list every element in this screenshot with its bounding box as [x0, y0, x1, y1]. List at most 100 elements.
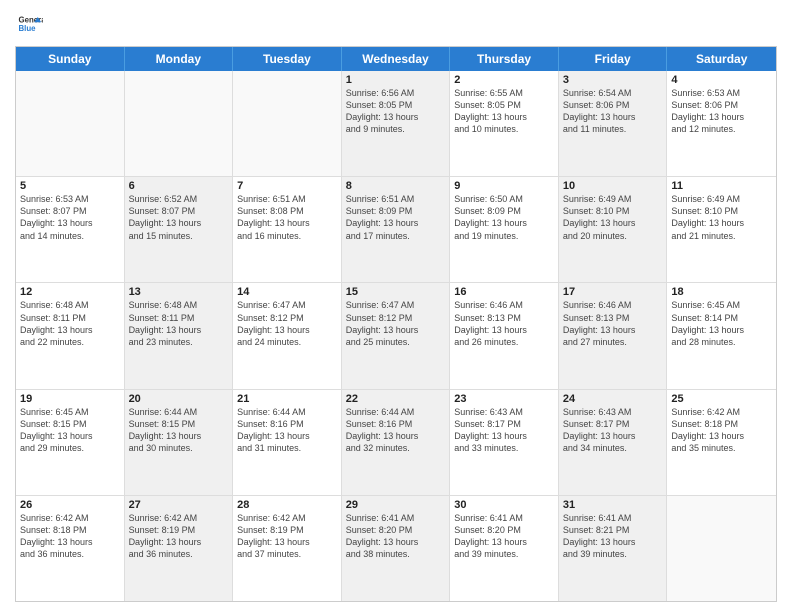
weekday-header-sunday: Sunday [16, 47, 125, 71]
calendar-row-4: 26Sunrise: 6:42 AM Sunset: 8:18 PM Dayli… [16, 496, 776, 601]
calendar-cell-day-24: 24Sunrise: 6:43 AM Sunset: 8:17 PM Dayli… [559, 390, 668, 495]
logo-icon: General Blue [15, 10, 43, 38]
day-number: 7 [237, 180, 337, 192]
day-info: Sunrise: 6:45 AM Sunset: 8:14 PM Dayligh… [671, 299, 772, 348]
day-number: 15 [346, 286, 446, 298]
day-number: 21 [237, 393, 337, 405]
calendar-cell-empty [125, 71, 234, 176]
calendar-cell-day-16: 16Sunrise: 6:46 AM Sunset: 8:13 PM Dayli… [450, 283, 559, 388]
day-info: Sunrise: 6:41 AM Sunset: 8:20 PM Dayligh… [454, 512, 554, 561]
day-number: 6 [129, 180, 229, 192]
day-number: 17 [563, 286, 663, 298]
day-number: 16 [454, 286, 554, 298]
calendar-cell-day-7: 7Sunrise: 6:51 AM Sunset: 8:08 PM Daylig… [233, 177, 342, 282]
day-info: Sunrise: 6:45 AM Sunset: 8:15 PM Dayligh… [20, 406, 120, 455]
calendar-cell-day-18: 18Sunrise: 6:45 AM Sunset: 8:14 PM Dayli… [667, 283, 776, 388]
day-info: Sunrise: 6:41 AM Sunset: 8:20 PM Dayligh… [346, 512, 446, 561]
day-number: 25 [671, 393, 772, 405]
calendar-row-1: 5Sunrise: 6:53 AM Sunset: 8:07 PM Daylig… [16, 177, 776, 283]
day-number: 3 [563, 74, 663, 86]
day-number: 26 [20, 499, 120, 511]
calendar-row-0: 1Sunrise: 6:56 AM Sunset: 8:05 PM Daylig… [16, 71, 776, 177]
calendar-cell-day-20: 20Sunrise: 6:44 AM Sunset: 8:15 PM Dayli… [125, 390, 234, 495]
calendar-cell-day-31: 31Sunrise: 6:41 AM Sunset: 8:21 PM Dayli… [559, 496, 668, 601]
day-info: Sunrise: 6:47 AM Sunset: 8:12 PM Dayligh… [237, 299, 337, 348]
day-info: Sunrise: 6:49 AM Sunset: 8:10 PM Dayligh… [563, 193, 663, 242]
day-info: Sunrise: 6:56 AM Sunset: 8:05 PM Dayligh… [346, 87, 446, 136]
logo: General Blue [15, 10, 47, 38]
day-info: Sunrise: 6:42 AM Sunset: 8:18 PM Dayligh… [671, 406, 772, 455]
day-info: Sunrise: 6:41 AM Sunset: 8:21 PM Dayligh… [563, 512, 663, 561]
day-number: 30 [454, 499, 554, 511]
day-info: Sunrise: 6:43 AM Sunset: 8:17 PM Dayligh… [454, 406, 554, 455]
day-number: 18 [671, 286, 772, 298]
calendar-body: 1Sunrise: 6:56 AM Sunset: 8:05 PM Daylig… [16, 71, 776, 601]
day-info: Sunrise: 6:52 AM Sunset: 8:07 PM Dayligh… [129, 193, 229, 242]
day-info: Sunrise: 6:46 AM Sunset: 8:13 PM Dayligh… [454, 299, 554, 348]
day-number: 11 [671, 180, 772, 192]
calendar-header: SundayMondayTuesdayWednesdayThursdayFrid… [16, 47, 776, 71]
calendar-cell-day-26: 26Sunrise: 6:42 AM Sunset: 8:18 PM Dayli… [16, 496, 125, 601]
calendar-row-3: 19Sunrise: 6:45 AM Sunset: 8:15 PM Dayli… [16, 390, 776, 496]
day-info: Sunrise: 6:44 AM Sunset: 8:16 PM Dayligh… [237, 406, 337, 455]
day-info: Sunrise: 6:50 AM Sunset: 8:09 PM Dayligh… [454, 193, 554, 242]
day-info: Sunrise: 6:53 AM Sunset: 8:06 PM Dayligh… [671, 87, 772, 136]
calendar-cell-day-2: 2Sunrise: 6:55 AM Sunset: 8:05 PM Daylig… [450, 71, 559, 176]
day-info: Sunrise: 6:42 AM Sunset: 8:19 PM Dayligh… [129, 512, 229, 561]
calendar-cell-day-22: 22Sunrise: 6:44 AM Sunset: 8:16 PM Dayli… [342, 390, 451, 495]
weekday-header-monday: Monday [125, 47, 234, 71]
calendar-cell-day-29: 29Sunrise: 6:41 AM Sunset: 8:20 PM Dayli… [342, 496, 451, 601]
day-number: 14 [237, 286, 337, 298]
calendar-cell-empty [667, 496, 776, 601]
weekday-header-thursday: Thursday [450, 47, 559, 71]
calendar-cell-day-11: 11Sunrise: 6:49 AM Sunset: 8:10 PM Dayli… [667, 177, 776, 282]
calendar-cell-empty [16, 71, 125, 176]
day-info: Sunrise: 6:53 AM Sunset: 8:07 PM Dayligh… [20, 193, 120, 242]
calendar-cell-day-25: 25Sunrise: 6:42 AM Sunset: 8:18 PM Dayli… [667, 390, 776, 495]
day-number: 4 [671, 74, 772, 86]
day-info: Sunrise: 6:44 AM Sunset: 8:15 PM Dayligh… [129, 406, 229, 455]
day-number: 27 [129, 499, 229, 511]
day-number: 31 [563, 499, 663, 511]
day-info: Sunrise: 6:44 AM Sunset: 8:16 PM Dayligh… [346, 406, 446, 455]
day-number: 20 [129, 393, 229, 405]
day-number: 24 [563, 393, 663, 405]
day-info: Sunrise: 6:49 AM Sunset: 8:10 PM Dayligh… [671, 193, 772, 242]
page: General Blue SundayMondayTuesdayWednesda… [0, 0, 792, 612]
calendar-cell-day-3: 3Sunrise: 6:54 AM Sunset: 8:06 PM Daylig… [559, 71, 668, 176]
calendar-cell-day-28: 28Sunrise: 6:42 AM Sunset: 8:19 PM Dayli… [233, 496, 342, 601]
day-number: 9 [454, 180, 554, 192]
day-info: Sunrise: 6:43 AM Sunset: 8:17 PM Dayligh… [563, 406, 663, 455]
day-number: 28 [237, 499, 337, 511]
weekday-header-tuesday: Tuesday [233, 47, 342, 71]
day-info: Sunrise: 6:47 AM Sunset: 8:12 PM Dayligh… [346, 299, 446, 348]
calendar-cell-day-27: 27Sunrise: 6:42 AM Sunset: 8:19 PM Dayli… [125, 496, 234, 601]
day-info: Sunrise: 6:54 AM Sunset: 8:06 PM Dayligh… [563, 87, 663, 136]
calendar: SundayMondayTuesdayWednesdayThursdayFrid… [15, 46, 777, 602]
calendar-cell-day-6: 6Sunrise: 6:52 AM Sunset: 8:07 PM Daylig… [125, 177, 234, 282]
calendar-row-2: 12Sunrise: 6:48 AM Sunset: 8:11 PM Dayli… [16, 283, 776, 389]
day-number: 8 [346, 180, 446, 192]
header: General Blue [15, 10, 777, 38]
calendar-cell-day-5: 5Sunrise: 6:53 AM Sunset: 8:07 PM Daylig… [16, 177, 125, 282]
weekday-header-wednesday: Wednesday [342, 47, 451, 71]
day-info: Sunrise: 6:42 AM Sunset: 8:19 PM Dayligh… [237, 512, 337, 561]
calendar-cell-day-1: 1Sunrise: 6:56 AM Sunset: 8:05 PM Daylig… [342, 71, 451, 176]
day-number: 13 [129, 286, 229, 298]
weekday-header-friday: Friday [559, 47, 668, 71]
calendar-cell-day-21: 21Sunrise: 6:44 AM Sunset: 8:16 PM Dayli… [233, 390, 342, 495]
day-number: 22 [346, 393, 446, 405]
day-info: Sunrise: 6:48 AM Sunset: 8:11 PM Dayligh… [20, 299, 120, 348]
calendar-cell-day-4: 4Sunrise: 6:53 AM Sunset: 8:06 PM Daylig… [667, 71, 776, 176]
day-info: Sunrise: 6:42 AM Sunset: 8:18 PM Dayligh… [20, 512, 120, 561]
calendar-cell-day-10: 10Sunrise: 6:49 AM Sunset: 8:10 PM Dayli… [559, 177, 668, 282]
day-info: Sunrise: 6:46 AM Sunset: 8:13 PM Dayligh… [563, 299, 663, 348]
day-number: 5 [20, 180, 120, 192]
calendar-cell-day-15: 15Sunrise: 6:47 AM Sunset: 8:12 PM Dayli… [342, 283, 451, 388]
day-info: Sunrise: 6:48 AM Sunset: 8:11 PM Dayligh… [129, 299, 229, 348]
calendar-cell-empty [233, 71, 342, 176]
calendar-cell-day-30: 30Sunrise: 6:41 AM Sunset: 8:20 PM Dayli… [450, 496, 559, 601]
day-number: 19 [20, 393, 120, 405]
svg-text:Blue: Blue [19, 24, 37, 33]
day-info: Sunrise: 6:51 AM Sunset: 8:09 PM Dayligh… [346, 193, 446, 242]
